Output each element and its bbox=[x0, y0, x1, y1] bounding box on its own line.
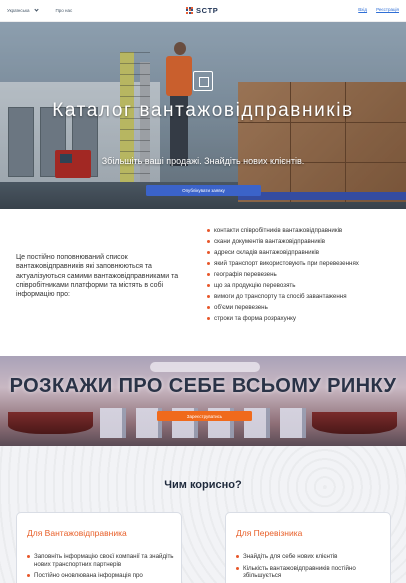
bullet-icon bbox=[207, 317, 210, 320]
list-item: Знайдіть для себе нових клієнтів bbox=[236, 553, 386, 561]
list-item: географія перевезень bbox=[207, 269, 397, 280]
bullet-icon bbox=[207, 262, 210, 265]
auth-links: Вхід Реєстрація bbox=[358, 7, 399, 12]
hero-subtitle: Збільшіть ваші продажі. Знайдіть нових к… bbox=[101, 156, 305, 166]
bullet-icon bbox=[27, 574, 30, 578]
language-selector[interactable]: Українська bbox=[7, 7, 39, 13]
bullet-icon bbox=[236, 566, 239, 570]
list-item: що за продукцію перевозять bbox=[207, 280, 397, 291]
shipper-card: Для Вантажовідправника Заповніть інформа… bbox=[16, 512, 182, 583]
carrier-card: Для Перевізника Знайдіть для себе нових … bbox=[225, 512, 391, 583]
banner-ship bbox=[312, 412, 397, 434]
chevron-down-icon bbox=[33, 7, 39, 12]
benefits-title: Чим корисно? bbox=[164, 479, 242, 491]
bullet-icon bbox=[207, 229, 210, 232]
bullet-icon bbox=[207, 295, 210, 298]
list-item: адреси складів вантажовідправників bbox=[207, 247, 397, 258]
hero-title: Каталог вантажовідправників bbox=[52, 100, 354, 121]
catalog-icon bbox=[193, 71, 213, 91]
list-item: Кількість вантажовідправників постійно з… bbox=[236, 565, 386, 580]
card-title: Для Перевізника bbox=[236, 528, 303, 538]
register-button[interactable]: Зареєструватись bbox=[157, 411, 252, 421]
logo[interactable]: SCTP bbox=[186, 6, 218, 15]
list-item: скани документів вантажовідправників bbox=[207, 236, 397, 247]
info-list: контакти співробітників вантажовідправни… bbox=[207, 225, 397, 324]
about-link[interactable]: Про нас bbox=[56, 8, 73, 13]
list-item: об'єми перевезень bbox=[207, 302, 397, 313]
bullet-icon bbox=[207, 240, 210, 243]
hero-section: Каталог вантажовідправників Збільшіть ва… bbox=[0, 22, 406, 209]
banner-plane bbox=[150, 362, 260, 372]
list-item: Заповніть інформацію своєї компанії та з… bbox=[27, 553, 177, 568]
language-label: Українська bbox=[7, 8, 30, 13]
info-description: Це постійно поповнюваний список вантажов… bbox=[16, 254, 179, 299]
publish-request-button[interactable]: Опублікувати заявку bbox=[146, 185, 261, 196]
logo-icon bbox=[186, 6, 194, 15]
bullet-icon bbox=[207, 251, 210, 254]
bullet-icon bbox=[236, 555, 239, 558]
bullet-icon bbox=[207, 284, 210, 287]
list-item: вимоги до транспорту та спосіб завантаже… bbox=[207, 291, 397, 302]
info-section: Це постійно поповнюваний список вантажов… bbox=[0, 209, 406, 356]
register-link[interactable]: Реєстрація bbox=[376, 7, 399, 12]
logo-text: SCTP bbox=[196, 6, 219, 15]
bullet-icon bbox=[27, 555, 30, 558]
top-bar: Українська Про нас SCTP Вхід Реєстрація bbox=[0, 0, 406, 22]
list-item: строки та форма розрахунку bbox=[207, 313, 397, 324]
list-item: контакти співробітників вантажовідправни… bbox=[207, 225, 397, 236]
login-link[interactable]: Вхід bbox=[358, 7, 367, 12]
list-item: який транспорт використовують при переве… bbox=[207, 258, 397, 269]
card-list: Заповніть інформацію своєї компанії та з… bbox=[27, 553, 177, 583]
banner-title: РОЗКАЖИ ПРО СЕБЕ ВСЬОМУ РИНКУ bbox=[9, 375, 397, 397]
card-title: Для Вантажовідправника bbox=[27, 528, 127, 538]
benefits-section: Чим корисно? Для Вантажовідправника Запо… bbox=[0, 446, 406, 583]
bullet-icon bbox=[207, 306, 210, 309]
card-list: Знайдіть для себе нових клієнтів Кількіс… bbox=[236, 553, 386, 583]
banner-ship bbox=[8, 412, 93, 434]
bullet-icon bbox=[207, 273, 210, 276]
promo-banner: РОЗКАЖИ ПРО СЕБЕ ВСЬОМУ РИНКУ Зареєструв… bbox=[0, 356, 406, 446]
list-item: Постійно оновлювана інформація про bbox=[27, 572, 177, 580]
